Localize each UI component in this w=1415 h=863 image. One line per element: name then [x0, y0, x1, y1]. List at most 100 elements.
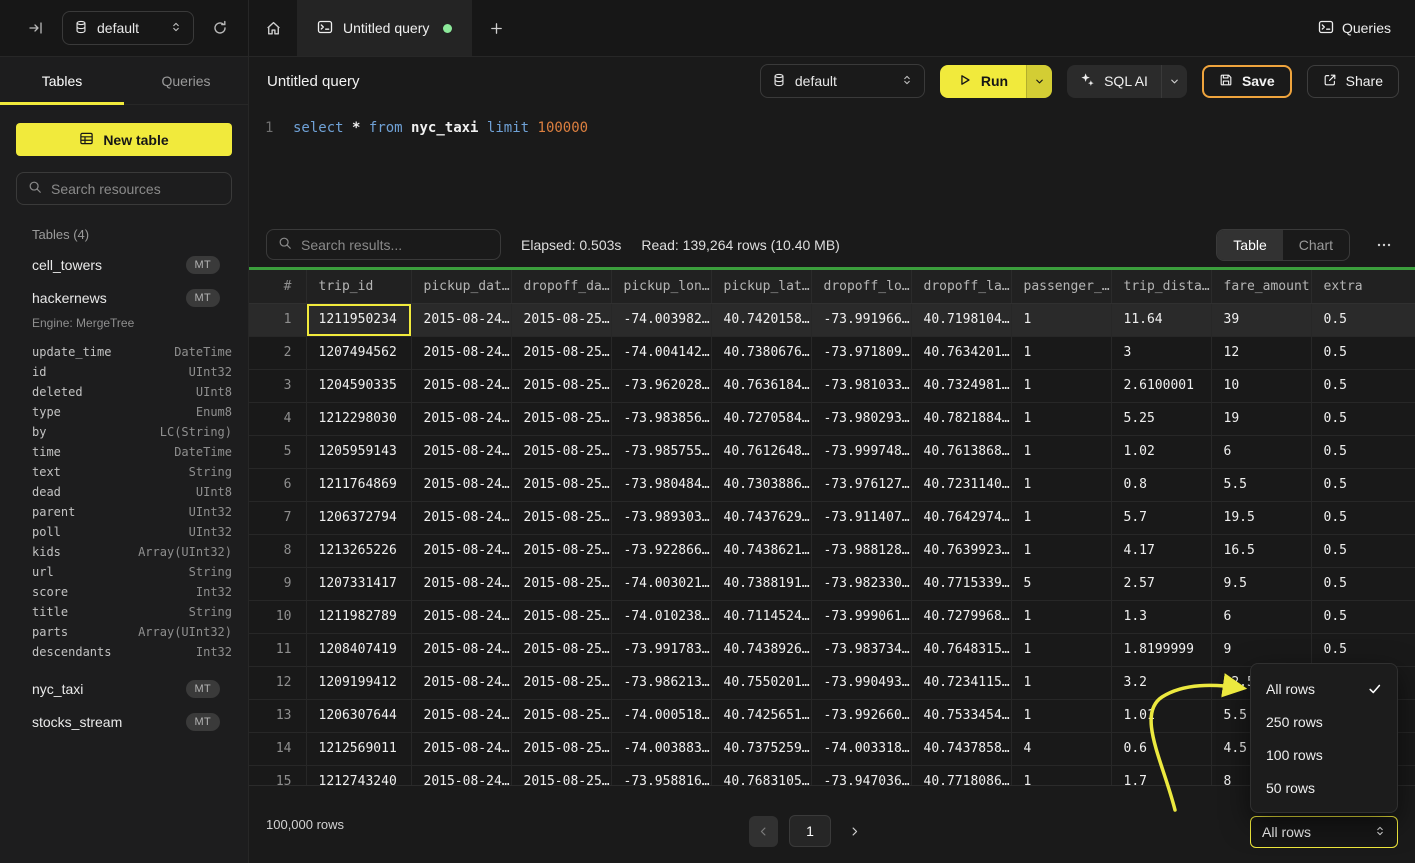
data-cell[interactable]: 40.7234115…	[911, 666, 1011, 699]
data-cell[interactable]: -73.980293…	[811, 402, 911, 435]
data-cell[interactable]: -74.010238…	[611, 600, 711, 633]
table-row[interactable]: 1012119827892015-08-24…2015-08-25…-74.01…	[249, 600, 1415, 633]
data-cell[interactable]: 12	[1211, 336, 1311, 369]
schema-column[interactable]: deletedUInt8	[0, 382, 248, 402]
data-cell[interactable]: 4	[1011, 732, 1111, 765]
data-cell[interactable]: -73.999061…	[811, 600, 911, 633]
data-cell[interactable]: 2015-08-24…	[411, 303, 511, 336]
data-cell[interactable]: 40.7420158…	[711, 303, 811, 336]
data-cell[interactable]: 40.7612648…	[711, 435, 811, 468]
data-cell[interactable]: 2015-08-24…	[411, 567, 511, 600]
data-cell[interactable]: 2015-08-24…	[411, 336, 511, 369]
data-cell[interactable]: 0.5	[1311, 534, 1415, 567]
data-cell[interactable]: 0.5	[1311, 303, 1415, 336]
data-cell[interactable]: 40.7715339…	[911, 567, 1011, 600]
data-cell[interactable]: 1	[1011, 303, 1111, 336]
data-cell[interactable]: 40.7114524…	[711, 600, 811, 633]
data-cell[interactable]: 1207331417	[306, 567, 411, 600]
data-cell[interactable]: 2015-08-24…	[411, 534, 511, 567]
data-cell[interactable]: 11.64	[1111, 303, 1211, 336]
data-cell[interactable]: 1207494562	[306, 336, 411, 369]
data-cell[interactable]: 6	[1211, 435, 1311, 468]
data-cell[interactable]: 16.5	[1211, 534, 1311, 567]
data-cell[interactable]: -73.980484…	[611, 468, 711, 501]
data-cell[interactable]: -73.989303…	[611, 501, 711, 534]
schema-column[interactable]: kidsArray(UInt32)	[0, 542, 248, 562]
data-cell[interactable]: 2015-08-24…	[411, 435, 511, 468]
data-cell[interactable]: 2015-08-24…	[411, 468, 511, 501]
data-cell[interactable]: 1213265226	[306, 534, 411, 567]
row-number-cell[interactable]: 15	[249, 765, 306, 785]
data-cell[interactable]: 0.5	[1311, 501, 1415, 534]
previous-page-button[interactable]	[749, 816, 778, 847]
data-cell[interactable]: 2015-08-24…	[411, 666, 511, 699]
data-cell[interactable]: 0.8	[1111, 468, 1211, 501]
view-toggle-chart[interactable]: Chart	[1283, 230, 1349, 260]
database-selector-query[interactable]: default	[760, 64, 925, 98]
sql-ai-button[interactable]: SQL AI	[1067, 65, 1187, 98]
schema-column[interactable]: partsArray(UInt32)	[0, 622, 248, 642]
data-cell[interactable]: -73.988128…	[811, 534, 911, 567]
data-cell[interactable]: 2.6100001	[1111, 369, 1211, 402]
table-row[interactable]: 1512127432402015-08-24…2015-08-25…-73.95…	[249, 765, 1415, 785]
sidebar-tab-tables[interactable]: Tables	[0, 57, 124, 104]
data-cell[interactable]: 40.7380676…	[711, 336, 811, 369]
schema-column[interactable]: parentUInt32	[0, 502, 248, 522]
data-cell[interactable]: 0.5	[1311, 468, 1415, 501]
collapse-sidebar-icon[interactable]	[22, 14, 50, 42]
data-cell[interactable]: 40.7279968…	[911, 600, 1011, 633]
data-cell[interactable]: 5.5	[1211, 468, 1311, 501]
data-cell[interactable]: 2015-08-25…	[511, 699, 611, 732]
row-number-cell[interactable]: 5	[249, 435, 306, 468]
data-cell[interactable]: -73.922866…	[611, 534, 711, 567]
data-cell[interactable]: 0.5	[1311, 435, 1415, 468]
data-cell[interactable]: 1	[1011, 765, 1111, 785]
data-cell[interactable]: 2015-08-25…	[511, 468, 611, 501]
data-cell[interactable]: 2015-08-24…	[411, 699, 511, 732]
data-cell[interactable]: 40.7639923…	[911, 534, 1011, 567]
data-cell[interactable]: -73.982330…	[811, 567, 911, 600]
row-number-cell[interactable]: 11	[249, 633, 306, 666]
data-cell[interactable]: -73.990493…	[811, 666, 911, 699]
data-cell[interactable]: 39	[1211, 303, 1311, 336]
column-header[interactable]: pickup_lat…	[711, 270, 811, 303]
table-row[interactable]: 912073314172015-08-24…2015-08-25…-74.003…	[249, 567, 1415, 600]
data-cell[interactable]: 1208407419	[306, 633, 411, 666]
data-cell[interactable]: 40.7550201…	[711, 666, 811, 699]
data-cell[interactable]: 40.7634201…	[911, 336, 1011, 369]
table-row[interactable]: 112119502342015-08-24…2015-08-25…-74.003…	[249, 303, 1415, 336]
sql-ai-chevron[interactable]	[1161, 65, 1187, 98]
table-row[interactable]: 1312063076442015-08-24…2015-08-25…-74.00…	[249, 699, 1415, 732]
share-button[interactable]: Share	[1307, 65, 1399, 98]
data-cell[interactable]: 1209199412	[306, 666, 411, 699]
data-cell[interactable]: 1	[1011, 600, 1111, 633]
page-size-select[interactable]: All rows	[1250, 816, 1398, 848]
data-cell[interactable]: 1	[1011, 699, 1111, 732]
data-cell[interactable]: 40.7648315…	[911, 633, 1011, 666]
column-header[interactable]: pickup_dat…	[411, 270, 511, 303]
data-cell[interactable]: 40.7437629…	[711, 501, 811, 534]
refresh-icon[interactable]	[206, 14, 234, 42]
home-icon[interactable]	[249, 0, 297, 56]
schema-column[interactable]: descendantsInt32	[0, 642, 248, 662]
new-table-button[interactable]: New table	[16, 123, 232, 156]
data-cell[interactable]: 2015-08-25…	[511, 600, 611, 633]
data-cell[interactable]: -73.947036…	[811, 765, 911, 785]
schema-column[interactable]: textString	[0, 462, 248, 482]
data-cell[interactable]: 1	[1011, 633, 1111, 666]
data-cell[interactable]: 0.5	[1311, 402, 1415, 435]
data-cell[interactable]: -73.962028…	[611, 369, 711, 402]
view-toggle-table[interactable]: Table	[1217, 230, 1282, 260]
data-cell[interactable]: -74.003021…	[611, 567, 711, 600]
data-cell[interactable]: 0.5	[1311, 600, 1415, 633]
data-cell[interactable]: -73.986213…	[611, 666, 711, 699]
data-cell[interactable]: -74.004142…	[611, 336, 711, 369]
data-cell[interactable]: 1.7	[1111, 765, 1211, 785]
column-header[interactable]: trip_dista…	[1111, 270, 1211, 303]
data-cell[interactable]: 5.7	[1111, 501, 1211, 534]
data-cell[interactable]: 1212298030	[306, 402, 411, 435]
data-cell[interactable]: 1211982789	[306, 600, 411, 633]
data-cell[interactable]: 2015-08-25…	[511, 369, 611, 402]
database-selector-topbar[interactable]: default	[62, 11, 194, 45]
data-cell[interactable]: 2015-08-25…	[511, 765, 611, 785]
